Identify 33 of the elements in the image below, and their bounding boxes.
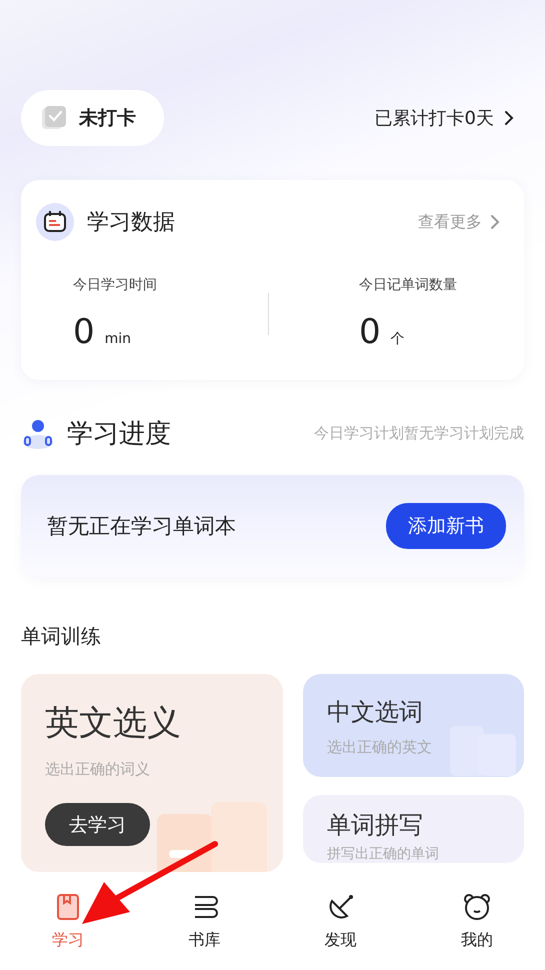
tab[interactable]: 我的 — [460, 878, 493, 970]
add-book-button[interactable]: 添加新书 — [386, 503, 506, 549]
training-card[interactable]: 单词拼写 拼写出正确的单词 — [303, 795, 524, 863]
stat-unit: min — [104, 331, 132, 347]
stat-value: 0 — [359, 312, 381, 352]
card-title: 单词拼写 — [327, 810, 424, 841]
section-title: 学习进度 — [67, 418, 171, 451]
section-title: 单词训练 — [21, 623, 102, 650]
card-title: 学习数据 — [87, 209, 175, 237]
start-button[interactable]: 去学习 — [45, 803, 150, 846]
chevron-right-icon — [490, 214, 500, 230]
card-subtitle: 选出正确的词义 — [45, 760, 151, 779]
translate-cards-drawing — [448, 724, 518, 776]
tab[interactable]: 发现 — [324, 878, 357, 970]
tab[interactable]: 学习 — [52, 878, 84, 970]
training-card[interactable]: 中文选词 选出正确的英文 — [303, 674, 524, 777]
plan-status: 今日学习计划暂无学习计划完成 — [314, 424, 524, 443]
card-subtitle: 拼写出正确的单词 — [327, 845, 440, 863]
tab[interactable]: 书库 — [188, 878, 220, 970]
chevron-right-icon — [504, 110, 514, 126]
stat-unit: 个 — [390, 330, 405, 348]
stat-label: 今日记单词数量 — [359, 276, 458, 294]
card-subtitle: 选出正确的英文 — [327, 738, 433, 757]
training-card[interactable]: 英文选义 选出正确的词义 去学习 — [21, 674, 283, 872]
check-in-button[interactable]: 未打卡 — [21, 90, 164, 146]
stat-value: 0 — [73, 312, 95, 352]
bear-face-icon — [462, 892, 492, 922]
calendar-icon — [35, 202, 75, 242]
card-title: 中文选词 — [327, 697, 424, 728]
card-title: 英文选义 — [45, 702, 182, 745]
empty-message: 暂无正在学习单词本 — [47, 513, 236, 540]
stat-label: 今日学习时间 — [73, 276, 158, 294]
check-in-total-link[interactable]: 已累计打卡0天 — [374, 106, 524, 130]
